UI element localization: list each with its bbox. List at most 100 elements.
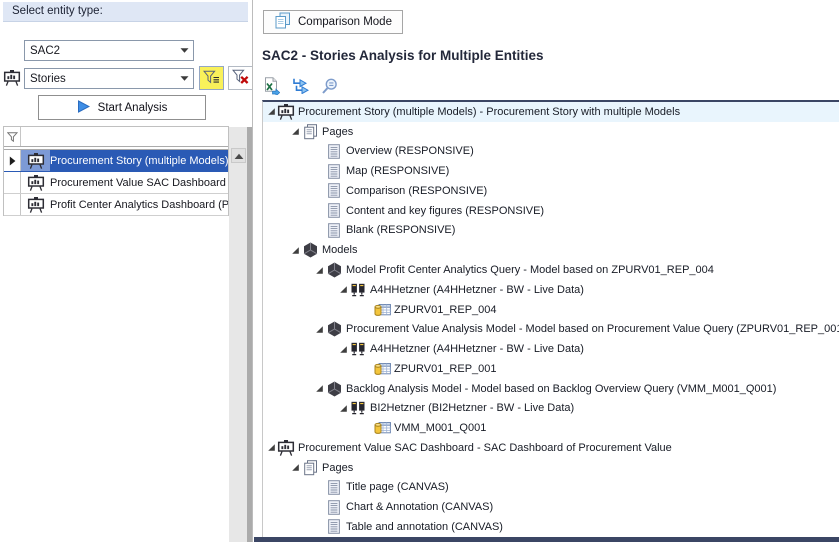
tree-item[interactable]: Model Profit Center Analytics Query - Mo… [263,260,839,280]
expander-icon[interactable] [313,384,325,393]
list-item[interactable]: Profit Center Analytics Dashboard (Pr [4,194,228,216]
tree-item[interactable]: ZPURV01_REP_001 [263,359,839,379]
page-icon [325,519,343,534]
tree-item[interactable]: Title page (CANVAS) [263,478,839,498]
start-analysis-label: Start Analysis [98,102,168,114]
app-window: Select entity type: SAC2 Stories Start A… [0,0,839,542]
tree-item-label: Table and annotation (CANVAS) [346,521,503,533]
tree-item[interactable]: Map (RESPONSIVE) [263,161,839,181]
tree-item[interactable]: Procurement Value Analysis Model - Model… [263,319,839,339]
page-icon [325,203,343,218]
tree-item[interactable]: Content and key figures (RESPONSIVE) [263,201,839,221]
tree-item[interactable]: Table and annotation (CANVAS) [263,517,839,537]
tree-item[interactable]: VMM_M001_Q001 [263,418,839,438]
model-icon [325,321,343,337]
list-item-label: Procurement Story (multiple Models) [50,150,228,171]
page-icon [325,480,343,495]
excelExport-icon [262,77,280,98]
expander-icon[interactable] [265,443,277,452]
export-excel-button[interactable] [260,77,282,98]
query-icon [373,303,391,317]
tree-item[interactable]: Pages [263,122,839,142]
comparison-pages-icon [274,12,291,32]
comparison-mode-button[interactable]: Comparison Mode [263,10,403,34]
expander-icon[interactable] [289,463,301,472]
page-icon [325,144,343,159]
tree-item[interactable]: Blank (RESPONSIVE) [263,221,839,241]
page-icon [325,164,343,179]
entity-subtype-value: Stories [25,73,175,85]
tree-item[interactable]: A4HHetzner (A4HHetzner - BW - Live Data) [263,339,839,359]
page-icon [325,223,343,238]
tree-item-label: Backlog Analysis Model - Model based on … [346,383,776,395]
tree-item-label: Models [322,244,357,256]
tree-item[interactable]: Comparison (RESPONSIVE) [263,181,839,201]
tree-item[interactable]: A4HHetzner (A4HHetzner - BW - Live Data) [263,280,839,300]
tree-item-label: Content and key figures (RESPONSIVE) [346,205,544,217]
panel-header-label: Select entity type: [12,5,103,17]
list-item[interactable]: Procurement Story (multiple Models) [4,150,228,172]
entity-type-dropdown[interactable]: SAC2 [24,40,194,61]
model-icon [325,262,343,278]
tree-item[interactable]: Overview (RESPONSIVE) [263,142,839,162]
story-icon [277,104,295,120]
expand-all-button[interactable] [289,77,311,98]
tree-item[interactable]: Backlog Analysis Model - Model based on … [263,379,839,399]
expander-icon[interactable] [289,246,301,255]
entity-list-header [4,127,228,147]
query-icon [373,362,391,376]
tree-item[interactable]: Models [263,240,839,260]
row-gutter [4,194,21,215]
page-icon [325,183,343,198]
tree-item[interactable]: Procurement Value SAC Dashboard - SAC Da… [263,438,839,458]
tree-item[interactable]: Chart & Annotation (CANVAS) [263,497,839,517]
tree-item[interactable]: BI2Hetzner (BI2Hetzner - BW - Live Data) [263,398,839,418]
list-item-label: Profit Center Analytics Dashboard (Pr [50,194,228,215]
entity-list-header-cell[interactable] [21,127,228,146]
zoom-button[interactable] [318,77,340,98]
start-analysis-button[interactable]: Start Analysis [38,95,206,120]
model-icon [325,381,343,397]
tree-item-label: Procurement Value SAC Dashboard - SAC Da… [298,442,672,454]
expandArrows-icon [291,78,309,97]
grid-filter-icon[interactable] [4,127,21,146]
magnifier-icon [321,78,338,98]
story-icon [21,150,50,171]
list-scrollbar[interactable] [229,127,248,542]
list-item[interactable]: Procurement Value SAC Dashboard [4,172,228,194]
tree-item-label: VMM_M001_Q001 [394,422,486,434]
tree-item-label: Comparison (RESPONSIVE) [346,185,487,197]
tree-item-label: ZPURV01_REP_004 [394,304,497,316]
filter-button[interactable] [199,66,224,90]
expander-icon[interactable] [313,325,325,334]
expander-icon[interactable] [313,266,325,275]
story-icon [277,440,295,456]
filter-clear-icon [232,69,249,87]
connection-icon [349,283,367,297]
chevron-down-icon[interactable] [175,48,193,53]
tree-item-label: Procurement Value Analysis Model - Model… [346,323,839,335]
tree-item[interactable]: ZPURV01_REP_004 [263,300,839,320]
entity-list: Procurement Story (multiple Models)Procu… [3,126,229,216]
expander-icon[interactable] [289,127,301,136]
comparison-mode-label: Comparison Mode [298,16,392,28]
scroll-up-button[interactable] [231,148,246,163]
analysis-tree: Procurement Story (multiple Models) - Pr… [262,100,839,537]
expander-icon[interactable] [337,345,349,354]
pages-icon [301,124,319,140]
tree-item-label: ZPURV01_REP_001 [394,363,497,375]
tree-item[interactable]: Pages [263,458,839,478]
story-icon [21,172,50,193]
expander-icon[interactable] [337,285,349,294]
analysis-toolbar [260,77,340,98]
tree-item-label: Chart & Annotation (CANVAS) [346,501,493,513]
row-gutter [4,172,21,193]
play-icon [77,100,90,116]
chevron-down-icon[interactable] [175,76,193,81]
entity-subtype-dropdown[interactable]: Stories [24,68,194,89]
clear-filter-button[interactable] [228,66,253,90]
tree-item[interactable]: Procurement Story (multiple Models) - Pr… [263,102,839,122]
expander-icon[interactable] [265,107,277,116]
expander-icon[interactable] [337,404,349,413]
tree-item-label: Title page (CANVAS) [346,481,449,493]
